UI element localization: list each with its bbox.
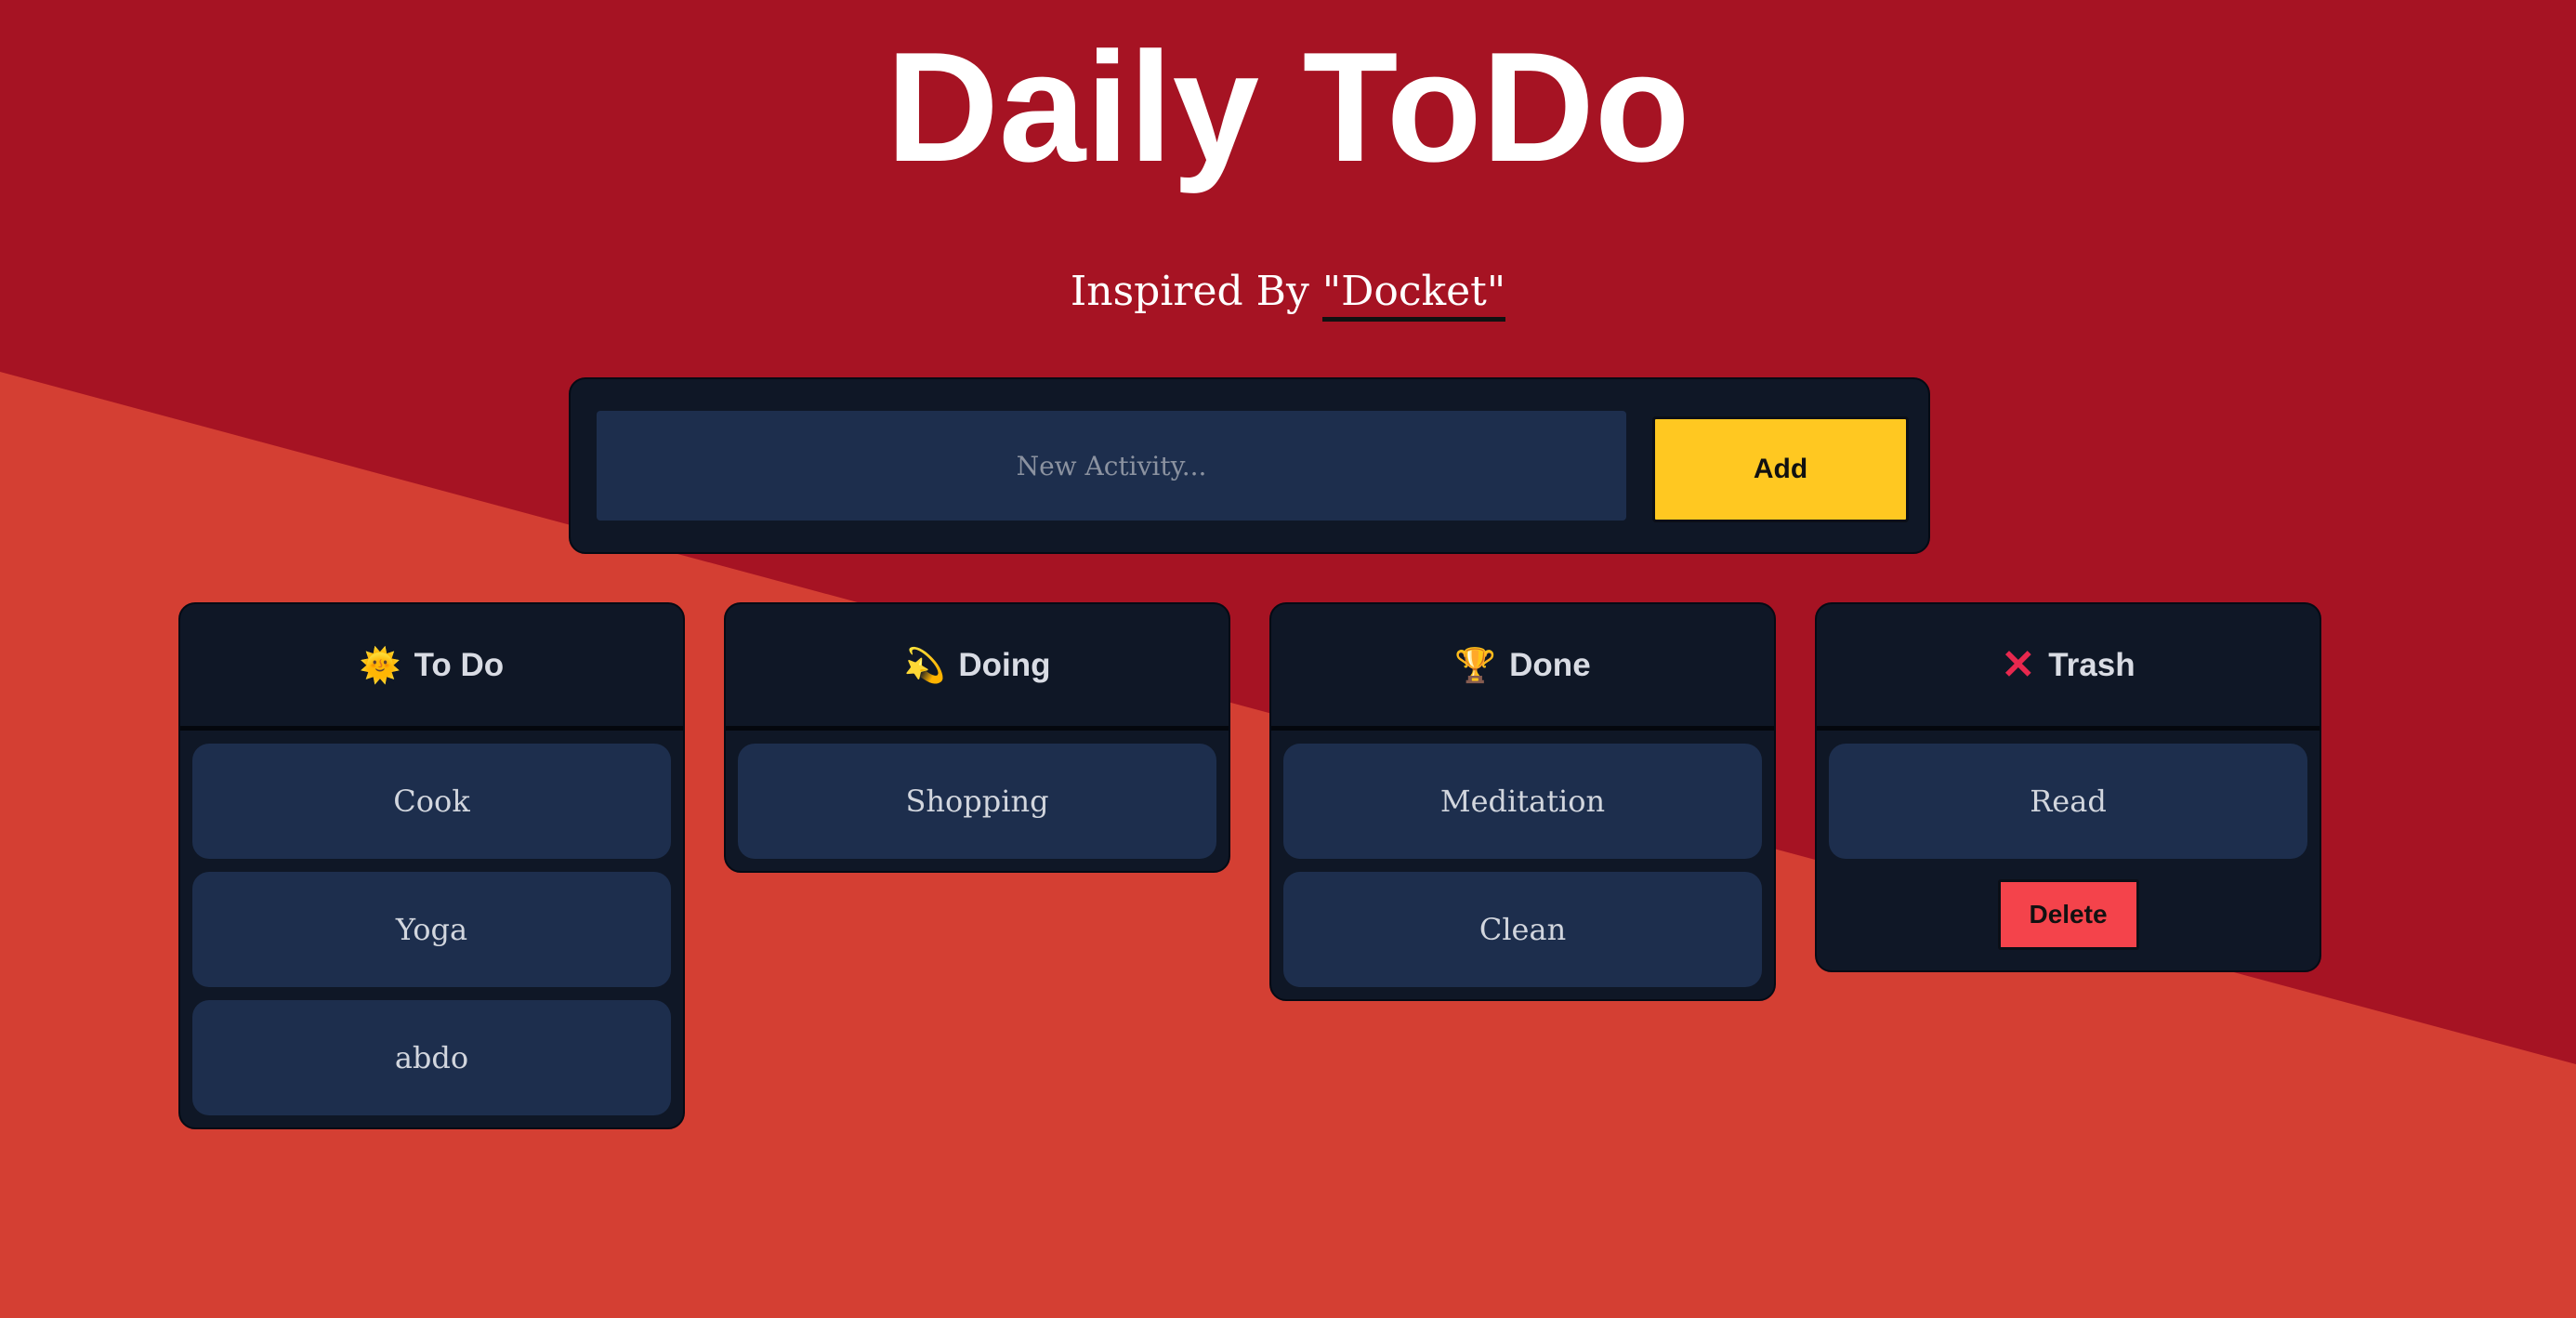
task-card[interactable]: Clean	[1283, 872, 1762, 987]
column-title: Trash	[2048, 646, 2136, 683]
add-activity-bar: Add	[569, 377, 1930, 554]
column-header: 🏆 Done	[1271, 604, 1774, 731]
task-card[interactable]: Shopping	[738, 744, 1216, 859]
column-doing: 💫 Doing Shopping	[724, 602, 1230, 873]
column-items: Meditation Clean	[1271, 731, 1774, 999]
task-card[interactable]: Yoga	[192, 872, 671, 987]
docket-link[interactable]: "Docket"	[1321, 268, 1506, 322]
comet-icon: 💫	[903, 645, 946, 684]
column-title: To Do	[414, 646, 505, 683]
task-card[interactable]: abdo	[192, 1000, 671, 1115]
column-items: Shopping	[726, 731, 1229, 871]
column-done: 🏆 Done Meditation Clean	[1269, 602, 1776, 1001]
page-title: Daily ToDo	[886, 20, 1690, 194]
column-title: Doing	[958, 646, 1051, 683]
task-card[interactable]: Cook	[192, 744, 671, 859]
task-card[interactable]: Meditation	[1283, 744, 1762, 859]
cross-icon: ✕	[2001, 642, 2036, 688]
subtitle: Inspired By "Docket"	[0, 264, 2576, 322]
delete-button[interactable]: Delete	[1997, 879, 2139, 950]
add-button[interactable]: Add	[1652, 416, 1909, 522]
column-todo: 🌞 To Do Cook Yoga abdo	[178, 602, 685, 1129]
sun-icon: 🌞	[359, 645, 401, 684]
subtitle-prefix: Inspired By	[1070, 268, 1322, 315]
column-items: Cook Yoga abdo	[180, 731, 683, 1127]
column-items: Read	[1817, 731, 2320, 859]
task-card[interactable]: Read	[1829, 744, 2307, 859]
column-header: 💫 Doing	[726, 604, 1229, 731]
column-title: Done	[1509, 646, 1591, 683]
column-trash: ✕ Trash Read Delete	[1815, 602, 2321, 972]
column-header: ✕ Trash	[1817, 604, 2320, 731]
trophy-icon: 🏆	[1454, 645, 1497, 684]
delete-wrap: Delete	[1817, 859, 2320, 970]
column-header: 🌞 To Do	[180, 604, 683, 731]
new-activity-input[interactable]	[597, 411, 1626, 521]
